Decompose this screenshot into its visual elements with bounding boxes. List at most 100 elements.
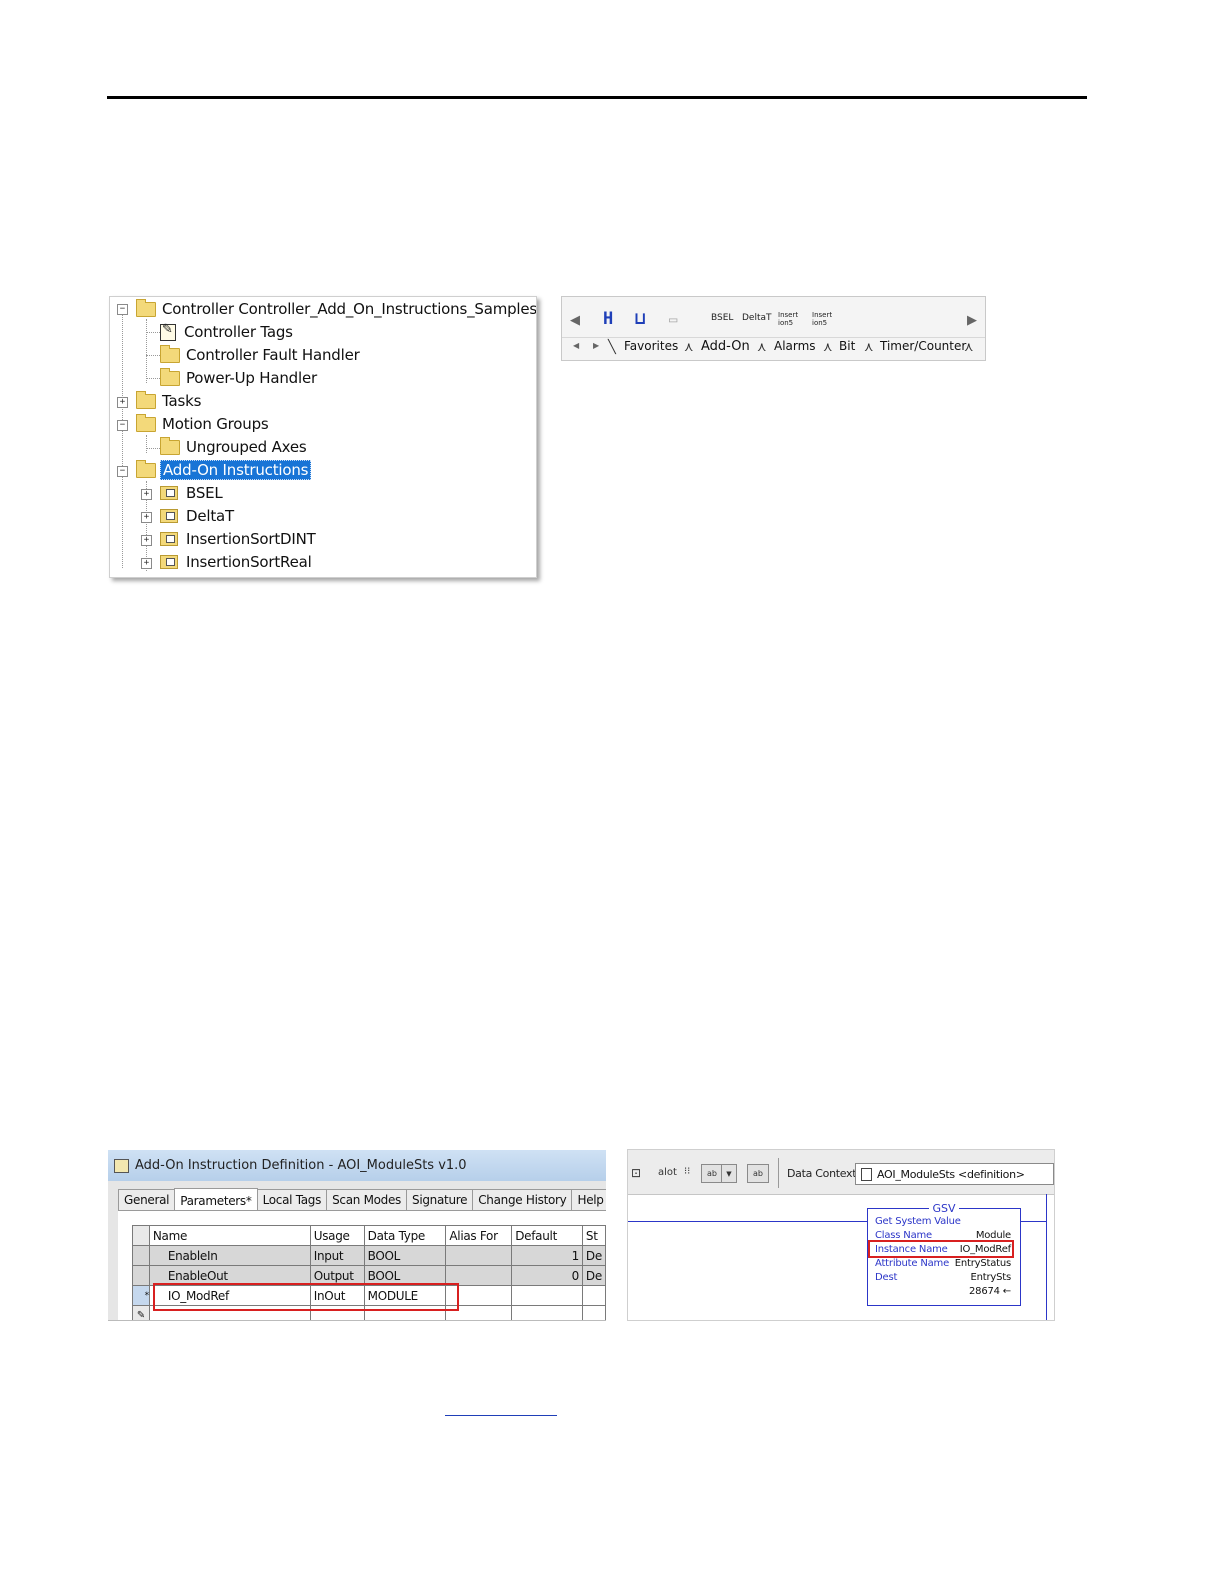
cell-data-type[interactable]: BOOL — [363, 1245, 447, 1266]
tree-connector — [146, 435, 147, 453]
tree-item-controller-fault-handler[interactable]: Controller Fault Handler — [160, 344, 362, 366]
cell-usage[interactable]: Input — [309, 1245, 365, 1266]
folder-open-icon — [136, 413, 156, 432]
operand-value: EntryStatus — [954, 1258, 1011, 1269]
add-on-instruction-icon — [160, 509, 178, 523]
cell-alias-for[interactable] — [445, 1245, 513, 1266]
tree-item-insertionsortreal[interactable]: InsertionSortReal — [160, 551, 314, 573]
instruction-bsel[interactable]: BSEL — [711, 313, 733, 323]
tree-item-insertionsortdint[interactable]: InsertionSortDINT — [160, 528, 318, 550]
cell-default[interactable] — [511, 1285, 583, 1306]
new-row-pencil-icon[interactable]: ✎ — [132, 1305, 150, 1320]
tree-item-add-on-instructions[interactable]: Add-On Instructions — [136, 459, 312, 481]
tree-connector — [146, 378, 160, 379]
cell-style[interactable] — [581, 1285, 606, 1306]
tree-item-deltat[interactable]: DeltaT — [160, 505, 236, 527]
instruction-tab-row: ◀ ▶ ╲ Favorites ⋏ Add-On ⋏ Alarms ⋏ Bit … — [562, 337, 985, 358]
gsv-title: GSV — [868, 1202, 1020, 1215]
data-context-value: AOI_ModuleSts <definition> — [877, 1167, 1025, 1181]
table-header-row: Name Usage Data Type Alias For Default S… — [132, 1225, 606, 1246]
expand-icon[interactable]: + — [141, 512, 152, 523]
tree-item-label: InsertionSortDINT — [186, 530, 316, 548]
row-header-current[interactable]: * — [132, 1285, 150, 1306]
toolbar-separator — [778, 1158, 779, 1188]
column-header-alias-for[interactable]: Alias For — [445, 1225, 513, 1246]
tab-bit[interactable]: Bit — [833, 339, 861, 353]
tab-timer-counter[interactable]: Timer/Counter — [874, 339, 972, 353]
scroll-right-icon[interactable]: ▶ — [967, 313, 977, 328]
tree-item-tasks[interactable]: Tasks — [136, 390, 203, 412]
folder-icon — [160, 436, 180, 455]
tab-alarms[interactable]: Alarms — [768, 339, 822, 353]
cell-name[interactable]: EnableIn — [148, 1245, 311, 1266]
column-header-style[interactable]: St — [581, 1225, 606, 1246]
ladder-editor: ⊡ alot ⁝⁝ ab ▼ ab Data Context: AOI_Modu… — [627, 1149, 1055, 1321]
controller-organizer-tree: − Controller Controller_Add_On_Instructi… — [109, 296, 537, 578]
expand-icon[interactable]: + — [141, 558, 152, 569]
branch-icon[interactable]: ⊔ — [635, 309, 645, 329]
expand-icon[interactable]: + — [117, 397, 128, 408]
operand-value: 28674 ← — [969, 1286, 1011, 1297]
gsv-subtitle-row: Get System Value — [875, 1216, 1011, 1227]
tab-add-on[interactable]: Add-On — [695, 339, 756, 354]
folder-open-icon — [136, 459, 156, 478]
toolbar-button[interactable]: ab — [747, 1164, 769, 1183]
tree-connector — [122, 313, 123, 568]
column-header-usage[interactable]: Usage — [309, 1225, 365, 1246]
tab-general[interactable]: General — [118, 1189, 176, 1210]
tab-scroll-right-icon[interactable]: ▶ — [593, 341, 599, 350]
collapse-icon[interactable]: − — [117, 466, 128, 477]
tree-item-controller-tags[interactable]: Controller Tags — [160, 321, 295, 343]
collapse-icon[interactable]: − — [117, 304, 128, 315]
cell-default[interactable] — [511, 1305, 583, 1320]
tree-item-power-up-handler[interactable]: Power-Up Handler — [160, 367, 319, 389]
tree-item-motion-groups[interactable]: Motion Groups — [136, 413, 271, 435]
gsv-operand-attribute-name[interactable]: Attribute Name EntryStatus — [875, 1258, 1011, 1269]
tree-item-bsel[interactable]: BSEL — [160, 482, 225, 504]
expand-icon[interactable]: + — [141, 489, 152, 500]
branch-level-icon[interactable]: ▭ — [669, 312, 677, 328]
tab-change-history[interactable]: Change History — [472, 1189, 573, 1210]
tree-item-ungrouped-axes[interactable]: Ungrouped Axes — [160, 436, 309, 458]
tab-scan-modes[interactable]: Scan Modes — [326, 1189, 408, 1210]
instruction-insertionsort-2[interactable]: Insert ion5 — [812, 311, 832, 327]
tab-signature[interactable]: Signature — [406, 1189, 474, 1210]
table-row[interactable]: EnableIn Input BOOL 1 De — [132, 1245, 606, 1266]
rung-icon[interactable]: H — [603, 309, 613, 329]
tree-item-label: BSEL — [186, 484, 223, 502]
column-header-default[interactable]: Default — [511, 1225, 583, 1246]
cell-default[interactable]: 0 — [511, 1265, 583, 1286]
expand-icon[interactable]: + — [141, 535, 152, 546]
column-header-name[interactable]: Name — [148, 1225, 311, 1246]
tab-favorites[interactable]: Favorites — [618, 339, 684, 353]
operand-key: Attribute Name — [875, 1258, 950, 1269]
dropdown-arrow-icon[interactable]: ▼ — [721, 1164, 737, 1183]
tab-local-tags[interactable]: Local Tags — [256, 1189, 328, 1210]
row-header[interactable] — [132, 1265, 150, 1286]
dialog-title-bar: Add-On Instruction Definition - AOI_Modu… — [108, 1150, 606, 1181]
cell-default[interactable]: 1 — [511, 1245, 583, 1266]
hyperlink-underline[interactable] — [445, 1415, 557, 1416]
toolbar-item[interactable]: alot — [658, 1167, 677, 1178]
column-header-data-type[interactable]: Data Type — [363, 1225, 447, 1246]
zoom-combo[interactable]: ab — [701, 1164, 723, 1183]
add-on-instruction-icon — [160, 532, 178, 546]
data-context-select[interactable]: AOI_ModuleSts <definition> — [855, 1163, 1054, 1185]
toolbar-item[interactable]: ⁝⁝ — [684, 1166, 690, 1177]
instruction-label-line: ion5 — [812, 319, 828, 327]
instruction-insertionsort-1[interactable]: Insert ion5 — [778, 311, 798, 327]
cell-style[interactable]: De — [581, 1245, 606, 1266]
tab-scroll-left-icon[interactable]: ◀ — [573, 341, 579, 350]
row-header[interactable] — [132, 1245, 150, 1266]
cell-style[interactable]: De — [581, 1265, 606, 1286]
tab-help[interactable]: Help — [571, 1189, 606, 1210]
tree-item-controller[interactable]: Controller Controller_Add_On_Instruction… — [136, 298, 536, 320]
toolbar-icon[interactable]: ⊡ — [631, 1166, 641, 1180]
gsv-operand-dest[interactable]: Dest EntrySts — [875, 1272, 1011, 1283]
cell-style[interactable] — [581, 1305, 606, 1320]
rung-wire — [1020, 1221, 1046, 1222]
instruction-deltat[interactable]: DeltaT — [742, 313, 772, 323]
scroll-left-icon[interactable]: ◀ — [570, 313, 580, 328]
tab-parameters[interactable]: Parameters* — [174, 1188, 258, 1211]
collapse-icon[interactable]: − — [117, 420, 128, 431]
